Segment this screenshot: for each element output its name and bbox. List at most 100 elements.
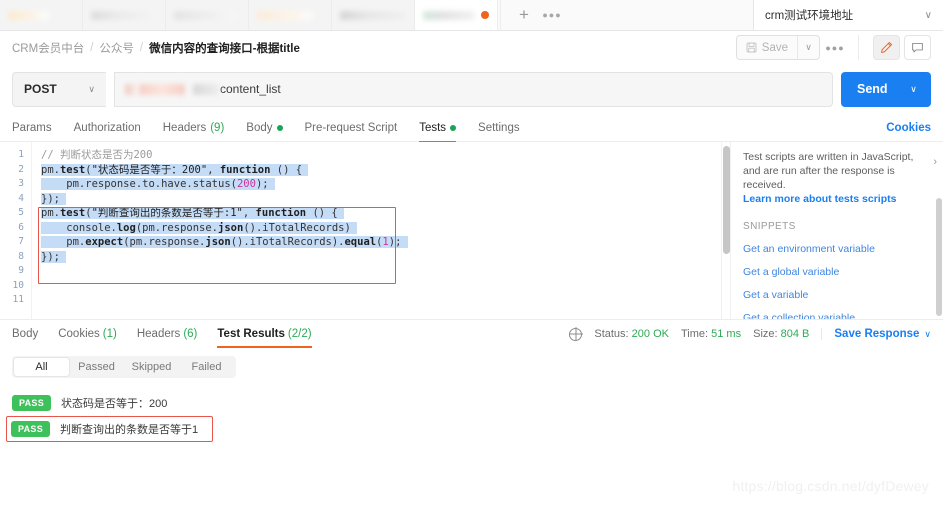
snippet-item-get-variable[interactable]: Get a variable bbox=[743, 289, 931, 301]
page-title: 微信内容的查询接口-根据title bbox=[149, 42, 300, 55]
code-token: ); bbox=[255, 178, 269, 190]
line-number: 2 bbox=[18, 163, 24, 175]
code-content[interactable]: // 判断状态是否为200 pm.test("状态码是否等于：200", func… bbox=[32, 142, 730, 319]
response-tab-body[interactable]: Body bbox=[12, 320, 38, 348]
tab-options-button[interactable]: ●●● bbox=[539, 2, 565, 28]
code-token: log bbox=[116, 221, 136, 234]
snippet-item-get-collection-variable[interactable]: Get a collection variable bbox=[743, 312, 931, 319]
response-tab-test-results[interactable]: Test Results (2/2) bbox=[217, 320, 312, 348]
request-tab-6-active[interactable] bbox=[415, 0, 498, 30]
breadcrumb-item-collection[interactable]: CRM会员中台 bbox=[12, 40, 84, 56]
tab-tests[interactable]: Tests bbox=[419, 114, 457, 143]
new-tab-button[interactable]: + bbox=[511, 2, 537, 28]
tab-params[interactable]: Params bbox=[12, 114, 52, 142]
code-token: // 判断状态是否为200 bbox=[41, 149, 153, 161]
filter-failed[interactable]: Failed bbox=[179, 358, 234, 376]
request-tab-5[interactable] bbox=[332, 0, 415, 30]
filter-skipped[interactable]: Skipped bbox=[124, 358, 179, 376]
editor-scrollbar-thumb[interactable] bbox=[723, 146, 730, 254]
breadcrumb-row: CRM会员中台 / 公众号 / 微信内容的查询接口-根据title Save ∨… bbox=[0, 31, 943, 64]
code-token: ().iTotalRecords). bbox=[230, 236, 345, 248]
comment-button[interactable] bbox=[904, 35, 931, 60]
request-tab-2[interactable] bbox=[83, 0, 166, 30]
code-token: ); bbox=[388, 236, 402, 248]
filter-passed[interactable]: Passed bbox=[69, 358, 124, 376]
code-token: "判断查询出的条数是否等于:1" bbox=[91, 207, 243, 219]
edit-request-button[interactable] bbox=[873, 35, 900, 60]
request-tab-4[interactable] bbox=[249, 0, 332, 30]
cookies-link[interactable]: Cookies bbox=[886, 122, 931, 134]
line-number: 3 bbox=[18, 178, 24, 189]
url-visible-text: content_list bbox=[220, 82, 281, 96]
time-label: Time: bbox=[680, 328, 709, 340]
request-tab-3[interactable] bbox=[166, 0, 249, 30]
response-tab-headers[interactable]: Headers (6) bbox=[137, 320, 198, 348]
test-result-row: PASS 判断查询出的条数是否等于1 bbox=[6, 416, 213, 442]
code-token: 200 bbox=[236, 178, 256, 190]
tab-settings[interactable]: Settings bbox=[478, 114, 520, 142]
code-line: pm.test("判断查询出的条数是否等于:1", function () { bbox=[41, 206, 730, 221]
snippets-panel: › Test scripts are written in JavaScript… bbox=[730, 142, 943, 319]
save-response-button[interactable]: Save Response ∨ bbox=[821, 328, 931, 340]
tab-count: (2/2) bbox=[287, 328, 312, 340]
status-badge: PASS bbox=[11, 421, 51, 437]
editor-scrollbar[interactable] bbox=[721, 142, 730, 319]
tab-authorization[interactable]: Authorization bbox=[74, 114, 141, 142]
chevron-down-icon: ∨ bbox=[88, 83, 95, 94]
snippet-item-get-global-variable[interactable]: Get a global variable bbox=[743, 266, 931, 278]
tab-title-blurred bbox=[174, 10, 236, 20]
code-token: pm. bbox=[41, 207, 60, 219]
code-token: json bbox=[205, 236, 231, 248]
save-button[interactable]: Save bbox=[737, 36, 797, 59]
environment-selector[interactable]: crm测试环境地址 ∨ bbox=[753, 0, 943, 30]
url-blurred-part bbox=[139, 83, 185, 95]
tab-pre-request-script[interactable]: Pre-request Script bbox=[305, 114, 398, 142]
snippet-item-get-environment-variable[interactable]: Get an environment variable bbox=[743, 243, 931, 255]
tab-label: Cookies bbox=[58, 328, 100, 340]
code-token: expect bbox=[85, 236, 124, 248]
tab-title-blurred bbox=[91, 10, 149, 20]
code-editor[interactable]: 1 2 3 4 5 6 7 8 9 10 11 // 判断状态是否为200 pm.test("状态码是… bbox=[0, 142, 730, 319]
response-tab-cookies[interactable]: Cookies (1) bbox=[58, 320, 117, 348]
code-token: () { bbox=[306, 207, 338, 219]
request-tabs: Params Authorization Headers (9) Body Pr… bbox=[0, 114, 943, 143]
size-label: Size: bbox=[753, 328, 778, 340]
filter-all[interactable]: All bbox=[14, 358, 69, 376]
line-number: 6 bbox=[18, 221, 24, 233]
http-method-selector[interactable]: POST ∨ bbox=[12, 71, 106, 107]
test-result-list: PASS 状态码是否等于：200 PASS 判断查询出的条数是否等于1 bbox=[0, 390, 943, 442]
tab-label: Tests bbox=[419, 121, 447, 134]
tab-headers[interactable]: Headers (9) bbox=[163, 114, 225, 142]
save-dropdown-button[interactable]: ∨ bbox=[797, 36, 819, 59]
chevron-right-icon[interactable]: › bbox=[933, 156, 937, 168]
tab-label: Params bbox=[12, 121, 52, 134]
tab-strip: + ●●● crm测试环境地址 ∨ bbox=[0, 0, 943, 31]
code-token: console. bbox=[41, 221, 117, 234]
send-dropdown-button[interactable]: ∨ bbox=[902, 72, 926, 107]
snippets-scrollbar-thumb[interactable] bbox=[936, 198, 942, 316]
code-token: equal bbox=[344, 236, 377, 248]
http-method-label: POST bbox=[24, 82, 57, 96]
chevron-down-icon: ∨ bbox=[924, 9, 932, 21]
tab-title-blurred bbox=[257, 10, 312, 20]
send-button[interactable]: Send bbox=[841, 72, 902, 107]
status-group: Status: 200 OK bbox=[594, 328, 669, 340]
breadcrumb-separator: / bbox=[139, 41, 144, 54]
breadcrumb-item-folder[interactable]: 公众号 bbox=[99, 40, 134, 56]
tab-content-dot-icon bbox=[276, 124, 283, 131]
tab-body[interactable]: Body bbox=[246, 114, 283, 142]
tab-label: Authorization bbox=[73, 121, 141, 134]
unsaved-indicator-dot bbox=[481, 11, 489, 19]
line-number: 8 bbox=[18, 250, 24, 262]
time-value: 51 ms bbox=[711, 328, 742, 340]
code-token: pm. bbox=[41, 236, 86, 248]
learn-more-link[interactable]: Learn more about tests scripts bbox=[743, 193, 931, 205]
snippets-section-title: SNIPPETS bbox=[743, 221, 796, 232]
tests-editor-area: 1 2 3 4 5 6 7 8 9 10 11 // 判断状态是否为200 pm.test("状态码是… bbox=[0, 142, 943, 320]
request-url-input[interactable]: content_list bbox=[114, 71, 833, 107]
tab-count: (9) bbox=[210, 121, 225, 134]
code-token: "状态码是否等于：200" bbox=[91, 163, 208, 176]
request-tab-1[interactable] bbox=[0, 0, 83, 30]
request-more-options-button[interactable]: ●●● bbox=[822, 35, 848, 60]
test-result-filters: All Passed Skipped Failed bbox=[12, 356, 236, 378]
